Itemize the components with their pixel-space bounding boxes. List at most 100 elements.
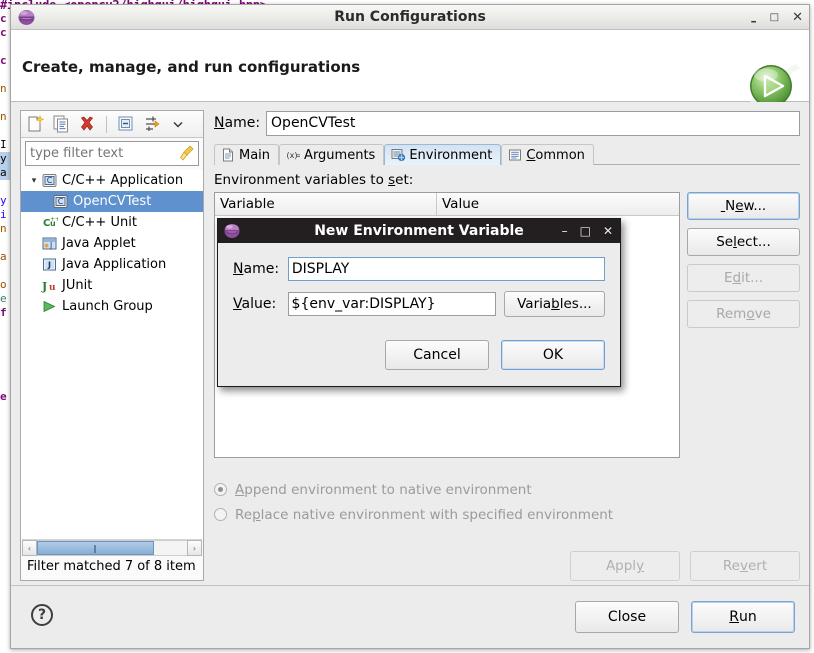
new-launch-configuration-icon[interactable] (25, 114, 45, 134)
ok-button[interactable]: OK (501, 340, 605, 370)
column-header-variable[interactable]: Variable (215, 193, 437, 215)
configuration-name-input[interactable] (266, 110, 800, 136)
configurations-toolbar (21, 111, 203, 138)
filter-row[interactable] (25, 141, 204, 166)
apply-button: Appl y (570, 551, 680, 581)
remove-button: Rem o ve (687, 300, 800, 328)
variable-value-input[interactable] (287, 292, 496, 316)
radio-replace-environment[interactable]: Replace native environment with specifie… (214, 502, 800, 527)
broom-icon[interactable] (179, 145, 196, 162)
tab-main[interactable]: Main (214, 144, 280, 165)
duplicate-launch-configuration-icon[interactable] (51, 114, 71, 134)
tree-item-c-cpp-application[interactable]: ▾ C C/C++ Application (21, 170, 203, 191)
search-input[interactable] (26, 146, 204, 161)
window-titlebar[interactable]: Run Configurations – □ ✕ (11, 5, 809, 30)
scrollbar-track[interactable]: ‖ (37, 540, 187, 556)
variables-button[interactable]: Varia b les... (503, 291, 605, 317)
expand-arrow-icon[interactable]: ▾ (27, 176, 41, 186)
window-controls: – □ ✕ (751, 5, 803, 30)
modal-window-controls: – □ ✕ (562, 219, 613, 243)
scroll-left-arrow-icon[interactable]: ‹ (22, 540, 37, 556)
scrollbar-thumb[interactable]: ‖ (37, 541, 154, 555)
common-icon (508, 148, 522, 162)
tree-item-junit[interactable]: J u JUnit (21, 275, 203, 296)
radio-label: Replace native environment with specifie… (235, 506, 614, 523)
environment-icon (391, 148, 406, 162)
svg-text:J: J (49, 241, 52, 250)
svg-text:=: = (296, 151, 300, 160)
radio-label: Append environment to native environment (235, 481, 532, 498)
tab-environment[interactable]: Environment (384, 144, 502, 165)
modal-buttons: Cancel OK (385, 340, 605, 370)
close-button[interactable]: Close (575, 601, 679, 633)
tree-item-java-applet[interactable]: J Java Applet (21, 233, 203, 254)
configurations-panel: ▾ C C/C++ Application (20, 110, 204, 581)
modal-maximize-icon[interactable]: □ (580, 224, 591, 238)
modal-body: Name: Value: Variables... Cancel OK (218, 243, 620, 386)
filter-status-text: Filter matched 7 of 8 item (27, 559, 196, 574)
tree-item-label: JUnit (62, 278, 93, 293)
delete-launch-configuration-icon[interactable] (77, 114, 97, 134)
radio-dot-icon[interactable] (214, 483, 227, 496)
window-title: Run Configurations (334, 9, 486, 25)
java-application-icon: J (41, 257, 58, 272)
radio-append-environment[interactable]: Append environment to native environment (214, 477, 800, 502)
cancel-button[interactable]: Cancel (385, 340, 489, 370)
footer-buttons: Close Run (575, 601, 795, 633)
tab-label: Environment (409, 147, 493, 163)
minimize-icon[interactable]: – (751, 15, 757, 27)
c-unit-icon: C u ++ (41, 215, 60, 230)
question-mark-icon[interactable]: ? (31, 604, 53, 626)
toolbar-separator (106, 115, 107, 133)
tab-label: Main (239, 147, 271, 163)
svg-text:++: ++ (50, 216, 58, 223)
column-header-value[interactable]: Value (437, 193, 679, 215)
scroll-right-arrow-icon[interactable]: › (187, 540, 202, 556)
tab-arguments[interactable]: (x) = Arguments (279, 144, 385, 165)
variable-name-input[interactable] (287, 257, 605, 281)
tree-horizontal-scrollbar[interactable]: ‹ ‖ › (22, 539, 202, 556)
select-button[interactable]: Se l ect... (687, 228, 800, 256)
svg-text:J: J (47, 261, 51, 270)
tree-item-label: C/C++ Unit (62, 215, 137, 230)
c-launch-icon: C (52, 194, 69, 209)
collapse-all-icon[interactable] (116, 114, 136, 134)
tree-item-c-cpp-unit[interactable]: C u ++ C/C++ Unit (21, 212, 203, 233)
environment-variables-label: Environment variables to set: (214, 172, 414, 188)
launch-group-icon (41, 299, 58, 314)
modal-close-icon[interactable]: ✕ (603, 224, 613, 238)
environment-mode-radios: Append environment to native environment… (214, 477, 800, 527)
tree-item-label: Java Applet (62, 236, 136, 251)
filter-launch-configurations-icon[interactable] (142, 114, 162, 134)
table-header: Variable Value (215, 193, 679, 216)
c-app-icon: C (41, 173, 58, 188)
tree-item-opencvtest[interactable]: C OpenCVTest (21, 191, 203, 212)
name-row: Name: (214, 110, 800, 136)
maximize-icon[interactable]: □ (770, 12, 779, 23)
tree-item-label: Java Application (62, 257, 167, 272)
junit-icon: J u (41, 278, 58, 293)
svg-text:C: C (58, 197, 64, 206)
tree-item-launch-group[interactable]: Launch Group (21, 296, 203, 317)
configurations-tree[interactable]: ▾ C C/C++ Application C OpenCVTest C u +… (21, 170, 203, 539)
radio-dot-icon[interactable] (214, 508, 227, 521)
eclipse-icon (17, 8, 36, 27)
revert-button: Re v ert (690, 551, 800, 581)
tree-item-java-application[interactable]: J Java Application (21, 254, 203, 275)
run-button[interactable]: Run (691, 601, 795, 633)
new-button[interactable]: Ne w... (687, 192, 800, 220)
tab-common[interactable]: Common (501, 144, 594, 165)
dialog-footer: ? Close Run (11, 585, 809, 648)
table-action-buttons: Ne w... Se l ect... Ed it... Rem o ve (687, 192, 800, 458)
edit-button: Ed it... (687, 264, 800, 292)
name-label: Name: (214, 115, 261, 131)
eclipse-icon (223, 222, 241, 240)
new-environment-variable-dialog: New Environment Variable – □ ✕ Name: Val… (217, 218, 621, 387)
modal-minimize-icon[interactable]: – (562, 224, 568, 238)
modal-titlebar[interactable]: New Environment Variable – □ ✕ (218, 219, 620, 243)
close-icon[interactable]: ✕ (792, 11, 803, 24)
chevron-down-icon[interactable] (168, 114, 188, 134)
svg-text:u: u (49, 283, 56, 293)
svg-text:J: J (41, 280, 47, 293)
java-applet-icon: J (41, 236, 58, 251)
